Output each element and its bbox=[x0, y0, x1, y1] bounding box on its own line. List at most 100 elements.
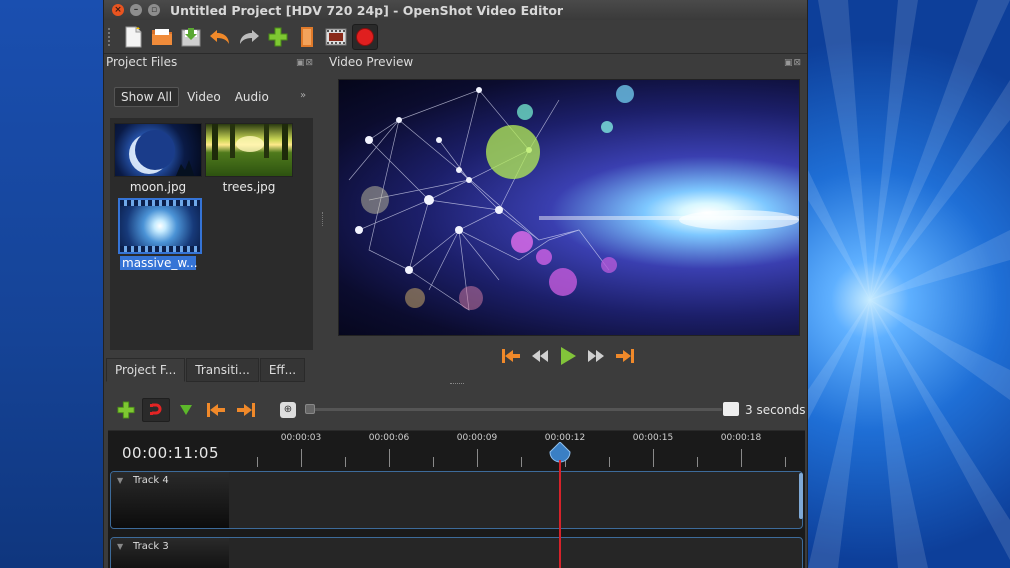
filter-audio[interactable]: Audio bbox=[229, 88, 275, 106]
ruler-tick bbox=[301, 449, 302, 467]
track-label: Track 3 bbox=[133, 541, 169, 552]
zoom-fit-icon[interactable]: ⊕ bbox=[280, 402, 296, 418]
open-project-button[interactable] bbox=[149, 24, 175, 50]
undo-button[interactable] bbox=[207, 24, 233, 50]
window-close-button[interactable]: × bbox=[112, 4, 124, 16]
film-icon bbox=[325, 28, 347, 46]
vertical-splitter-handle[interactable] bbox=[322, 212, 324, 226]
next-marker-icon bbox=[237, 403, 255, 417]
filter-overflow-button[interactable]: » bbox=[300, 90, 306, 101]
jump-to-end-button[interactable] bbox=[615, 348, 635, 364]
playhead-marker-icon[interactable] bbox=[549, 442, 571, 472]
window-minimize-button[interactable]: – bbox=[130, 4, 142, 16]
file-label-trees[interactable]: trees.jpg bbox=[199, 180, 299, 194]
ruler-label: 00:00:03 bbox=[280, 433, 322, 443]
openshot-window: × – ▫ Untitled Project [HDV 720 24p] - O… bbox=[103, 0, 808, 568]
choose-profile-button[interactable] bbox=[294, 24, 320, 50]
next-marker-button[interactable] bbox=[232, 398, 260, 422]
save-icon bbox=[181, 28, 201, 47]
panel-title: Project Files bbox=[106, 55, 178, 69]
timeline-toolbar bbox=[112, 397, 262, 423]
tab-transitions[interactable]: Transiti... bbox=[186, 358, 259, 382]
ruler-tick bbox=[257, 457, 258, 467]
file-label-moon[interactable]: moon.jpg bbox=[108, 180, 208, 194]
current-timecode: 00:00:11:05 bbox=[122, 444, 220, 462]
profile-icon bbox=[301, 27, 313, 47]
new-project-button[interactable] bbox=[120, 24, 146, 50]
timeline-vertical-scrollbar[interactable] bbox=[799, 473, 803, 519]
ruler-tick bbox=[345, 457, 346, 467]
import-files-button[interactable] bbox=[265, 24, 291, 50]
redo-button[interactable] bbox=[236, 24, 262, 50]
main-toolbar bbox=[104, 21, 807, 54]
tab-project-files[interactable]: Project F... bbox=[106, 358, 186, 382]
add-marker-button[interactable] bbox=[172, 398, 200, 422]
ruler-label: 00:00:09 bbox=[456, 433, 498, 443]
playhead-line[interactable] bbox=[559, 465, 561, 568]
rewind-icon bbox=[532, 350, 548, 362]
file-thumbnail-massive-video[interactable] bbox=[118, 198, 202, 254]
left-dock-tabs: Project F... Transiti... Eff... bbox=[106, 358, 306, 382]
record-icon bbox=[356, 28, 374, 46]
new-file-icon bbox=[125, 26, 142, 48]
plus-icon bbox=[117, 401, 135, 419]
trees-image-icon bbox=[212, 124, 288, 160]
snapping-toggle-button[interactable] bbox=[142, 398, 170, 422]
filter-show-all[interactable]: Show All bbox=[114, 87, 180, 107]
folder-icon bbox=[152, 29, 172, 45]
jump-start-icon bbox=[502, 349, 520, 363]
ruler-tick bbox=[521, 457, 522, 467]
save-project-button[interactable] bbox=[178, 24, 204, 50]
project-files-dock-controls[interactable]: ▣⊠ bbox=[296, 58, 314, 68]
timeline-ruler[interactable]: 00:00:03 00:00:06 00:00:09 00:00:12 00:0… bbox=[230, 431, 805, 471]
filter-video[interactable]: Video bbox=[181, 88, 227, 106]
track-header[interactable]: ▼ Track 4 bbox=[111, 472, 229, 528]
ruler-tick bbox=[653, 449, 654, 467]
film-strip-top bbox=[120, 200, 200, 206]
track-row[interactable]: ▼ Track 3 bbox=[110, 537, 803, 568]
play-icon bbox=[561, 347, 576, 365]
fullscreen-button[interactable] bbox=[323, 24, 349, 50]
file-filter-bar: Show All Video Audio bbox=[114, 86, 277, 108]
window-title: Untitled Project [HDV 720 24p] - OpenSho… bbox=[170, 2, 564, 18]
window-maximize-button[interactable]: ▫ bbox=[148, 4, 160, 16]
magnet-icon bbox=[150, 403, 162, 415]
film-strip-bottom bbox=[120, 246, 200, 252]
track-row[interactable]: ▼ Track 4 bbox=[110, 471, 803, 529]
ruler-tick bbox=[389, 449, 390, 467]
previous-marker-button[interactable] bbox=[202, 398, 230, 422]
tab-effects[interactable]: Eff... bbox=[259, 358, 306, 382]
play-button[interactable] bbox=[559, 346, 577, 366]
ruler-tick bbox=[433, 457, 434, 467]
desktop-background-left bbox=[0, 0, 103, 568]
track-label: Track 4 bbox=[133, 475, 169, 486]
video-preview-canvas bbox=[338, 79, 800, 336]
toolbar-grip[interactable] bbox=[108, 28, 112, 46]
track-collapse-icon[interactable]: ▼ bbox=[117, 542, 123, 551]
track-header[interactable]: ▼ Track 3 bbox=[111, 538, 229, 568]
fast-forward-icon bbox=[588, 350, 604, 362]
rewind-button[interactable] bbox=[531, 349, 549, 363]
file-label-massive-video[interactable]: massive_w... bbox=[120, 256, 198, 270]
file-thumbnail-moon[interactable] bbox=[114, 123, 202, 177]
jump-end-icon bbox=[616, 349, 634, 363]
video-preview-dock-controls[interactable]: ▣⊠ bbox=[784, 58, 802, 68]
zoom-duration-label: 3 seconds bbox=[745, 403, 806, 417]
track-collapse-icon[interactable]: ▼ bbox=[117, 476, 123, 485]
jump-to-start-button[interactable] bbox=[501, 348, 521, 364]
minimize-icon: – bbox=[133, 5, 139, 15]
maximize-icon: ▫ bbox=[150, 5, 158, 15]
plus-icon bbox=[268, 27, 288, 47]
horizontal-splitter-handle[interactable] bbox=[450, 383, 464, 385]
preview-frame-image bbox=[348, 85, 799, 311]
zoom-slider-handle[interactable] bbox=[305, 404, 315, 414]
undo-icon bbox=[210, 30, 229, 44]
ruler-tick bbox=[609, 457, 610, 467]
fast-forward-button[interactable] bbox=[587, 349, 605, 363]
add-track-button[interactable] bbox=[112, 398, 140, 422]
close-icon: × bbox=[114, 5, 122, 15]
ruler-label: 00:00:15 bbox=[632, 433, 674, 443]
timeline-zoom-slider[interactable] bbox=[307, 408, 722, 411]
export-video-button[interactable] bbox=[352, 24, 378, 50]
file-thumbnail-trees[interactable] bbox=[205, 123, 293, 177]
